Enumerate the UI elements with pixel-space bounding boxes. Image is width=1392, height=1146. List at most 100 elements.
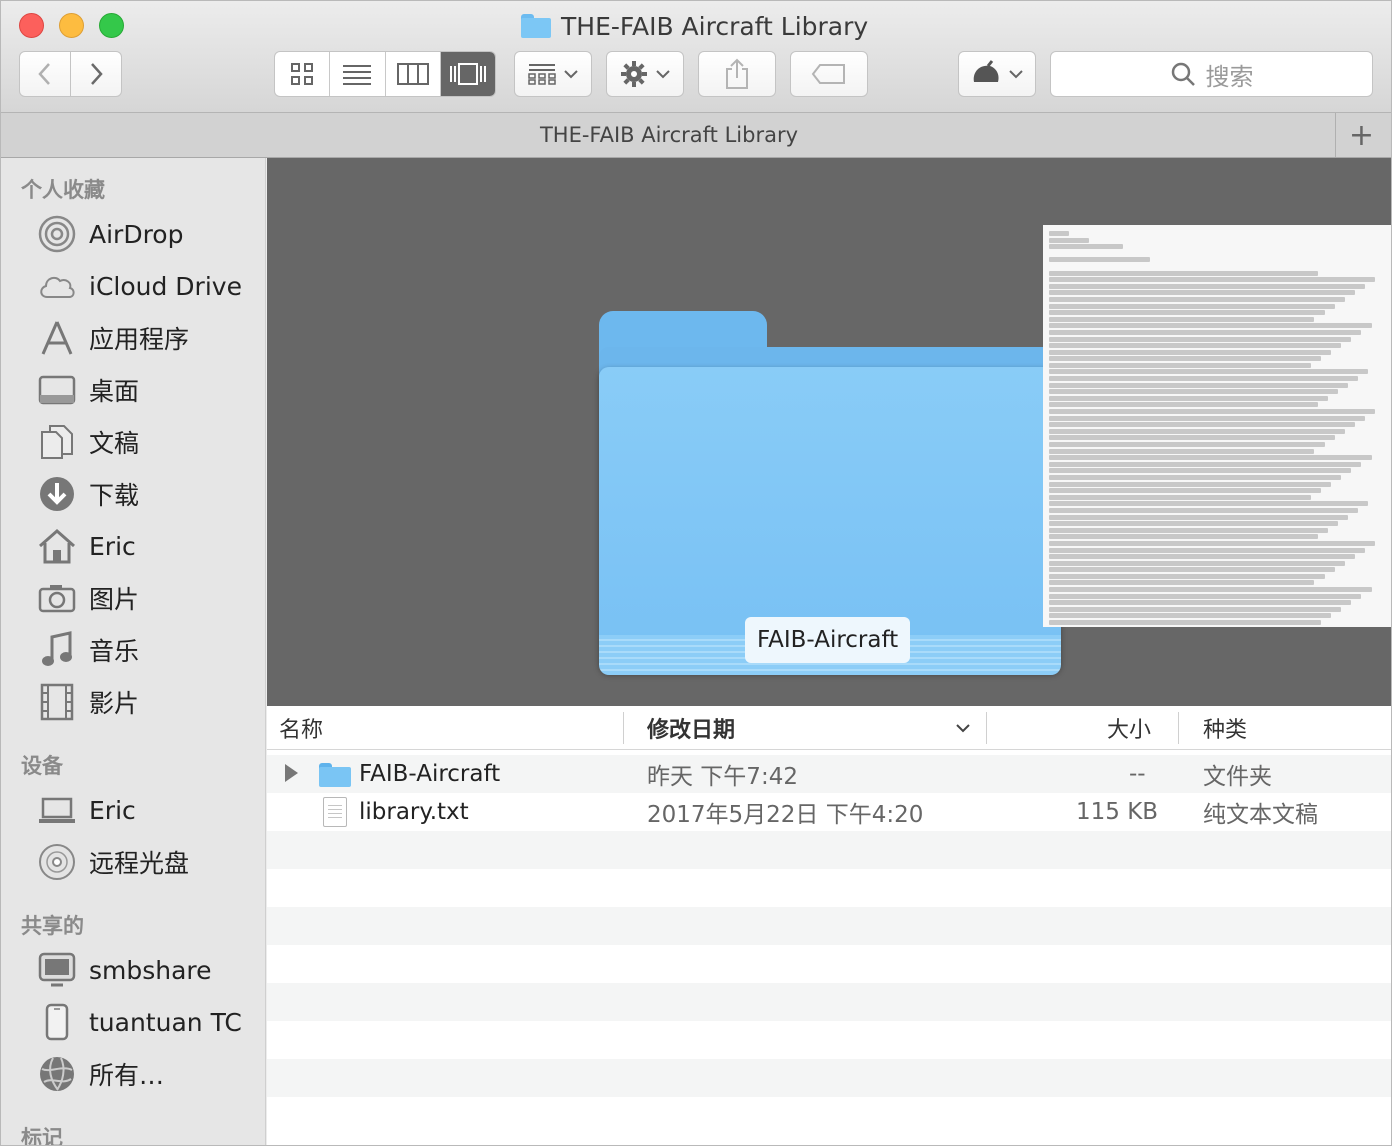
- titlebar: THE-FAIB Aircraft Library 搜索: [1, 1, 1391, 113]
- gallery-icon: [449, 63, 486, 85]
- thumbnail-text-line: [1049, 409, 1375, 415]
- thumbnail-text-line: [1049, 560, 1345, 566]
- thumbnail-text-line: [1049, 514, 1349, 520]
- columns-icon: [396, 63, 429, 85]
- desktop-icon: [37, 370, 77, 410]
- sidebar-item-movies[interactable]: 影片: [37, 680, 139, 724]
- forward-button[interactable]: [70, 51, 122, 97]
- thumbnail-text-line: [1049, 422, 1355, 428]
- thumbnail-text-line: [1049, 567, 1335, 573]
- folder-preview-icon[interactable]: FAIB-Aircraft: [599, 311, 1061, 675]
- sidebar-item-all-shared[interactable]: 所有…: [37, 1052, 164, 1096]
- thumbnail-text-line: [1049, 395, 1328, 401]
- sidebar-item-documents[interactable]: 文稿: [37, 420, 139, 464]
- thumbnail-text-line: [1049, 356, 1322, 362]
- fullscreen-button[interactable]: [99, 13, 124, 38]
- gallery-view-button[interactable]: [440, 52, 495, 96]
- sidebar-item-label: 应用程序: [89, 325, 190, 354]
- sidebar-item-applications[interactable]: 应用程序: [37, 316, 189, 360]
- back-button[interactable]: [19, 51, 71, 97]
- sidebar-heading-devices: 设备: [21, 754, 63, 778]
- thumbnail-text-line: [1049, 455, 1372, 461]
- sidebar-item-remote-disc[interactable]: 远程光盘: [37, 840, 189, 884]
- chevron-down-icon: [564, 70, 578, 79]
- action-button[interactable]: [606, 51, 684, 97]
- sidebar-item-label: smbshare: [89, 955, 212, 985]
- empty-row: [267, 831, 1391, 869]
- applications-icon: [37, 318, 77, 358]
- thumbnail-text-line: [1049, 488, 1322, 494]
- chevron-down-icon: [1009, 70, 1023, 79]
- file-kind: 文件夹: [1203, 764, 1272, 790]
- thumbnail-text-line: [1049, 468, 1352, 474]
- chevron-right-icon: [91, 63, 103, 85]
- thumbnail-text-line: [1049, 461, 1362, 467]
- column-view-button[interactable]: [386, 52, 441, 96]
- search-field[interactable]: 搜索: [1050, 51, 1373, 97]
- sidebar-item-music[interactable]: 音乐: [37, 628, 139, 672]
- file-modified: 2017年5月22日 下午4:20: [647, 802, 924, 828]
- sidebar-item-desktop[interactable]: 桌面: [37, 368, 139, 412]
- sort-chevron-down-icon: [956, 724, 970, 733]
- close-button[interactable]: [19, 13, 44, 38]
- sidebar-item-icloud-drive[interactable]: iCloud Drive: [37, 264, 242, 308]
- file-size: 115 KB: [1076, 799, 1159, 825]
- text-file-thumbnail[interactable]: [1043, 225, 1391, 627]
- sidebar-item-airdrop[interactable]: AirDrop: [37, 212, 183, 256]
- column-header-kind[interactable]: 种类: [1203, 706, 1247, 750]
- thumbnail-text-line: [1049, 600, 1352, 606]
- sidebar-heading-favorites: 个人收藏: [21, 178, 105, 202]
- home-icon: [37, 526, 77, 566]
- minimize-button[interactable]: [59, 13, 84, 38]
- list-view-button[interactable]: [330, 52, 386, 96]
- thumbnail-text-line: [1049, 389, 1338, 395]
- folder-icon: [319, 763, 351, 787]
- thumbnail-text-line: [1049, 244, 1123, 250]
- app-extension-button[interactable]: [958, 51, 1036, 97]
- sidebar-item-label: Eric: [89, 531, 136, 561]
- sidebar-item-smbshare[interactable]: smbshare: [37, 948, 212, 992]
- thumbnail-text-line: [1049, 415, 1365, 421]
- airdrop-icon: [37, 214, 77, 254]
- sidebar-item-tuantuan-tc[interactable]: tuantuan TC: [37, 1000, 242, 1044]
- empty-row: [267, 907, 1391, 945]
- camera-icon: [37, 578, 77, 618]
- music-note-icon: [37, 630, 77, 670]
- sidebar-item-pictures[interactable]: 图片: [37, 576, 139, 620]
- sidebar-item-label: 下载: [89, 481, 140, 510]
- thumbnail-text-line: [1049, 349, 1332, 355]
- view-mode-control: [274, 51, 496, 97]
- sidebar-item-label: 图片: [89, 585, 140, 614]
- thumbnail-text-line: [1049, 448, 1315, 454]
- thumbnail-text-line: [1049, 303, 1335, 309]
- column-header-size[interactable]: 大小: [1107, 706, 1151, 750]
- gallery-selected-label[interactable]: FAIB-Aircraft: [745, 617, 911, 663]
- sidebar-item-device-eric[interactable]: Eric: [37, 788, 136, 832]
- app-extension-icon: [973, 60, 999, 82]
- cloud-icon: [37, 266, 77, 306]
- thumbnail-text-line: [1049, 369, 1369, 375]
- empty-row: [267, 945, 1391, 983]
- file-kind: 纯文本文稿: [1203, 802, 1318, 828]
- share-button[interactable]: [698, 51, 776, 97]
- thumbnail-text-line: [1049, 428, 1345, 434]
- thumbnail-text-line: [1049, 290, 1355, 296]
- thumbnail-text-line: [1049, 329, 1362, 335]
- new-tab-button[interactable]: +: [1335, 113, 1387, 157]
- sidebar-item-home[interactable]: Eric: [37, 524, 136, 568]
- arrange-button[interactable]: [514, 51, 592, 97]
- table-row[interactable]: FAIB-Aircraft 昨天 下午7:42 -- 文件夹: [267, 755, 1391, 793]
- sidebar-item-label: 音乐: [89, 637, 140, 666]
- sidebar-item-downloads[interactable]: 下载: [37, 472, 139, 516]
- column-header-name[interactable]: 名称: [279, 706, 323, 750]
- table-row[interactable]: library.txt 2017年5月22日 下午4:20 115 KB 纯文本…: [267, 793, 1391, 831]
- tag-button[interactable]: [790, 51, 868, 97]
- thumbnail-text-line: [1049, 362, 1312, 368]
- thumbnail-text-line: [1049, 547, 1365, 553]
- thumbnail-text-line: [1049, 231, 1070, 236]
- column-header-modified[interactable]: 修改日期: [647, 706, 735, 750]
- thumbnail-text-line: [1049, 343, 1342, 349]
- tab-current[interactable]: THE-FAIB Aircraft Library: [1, 113, 1337, 157]
- disclosure-triangle-icon[interactable]: [285, 764, 298, 782]
- icon-view-button[interactable]: [275, 52, 331, 96]
